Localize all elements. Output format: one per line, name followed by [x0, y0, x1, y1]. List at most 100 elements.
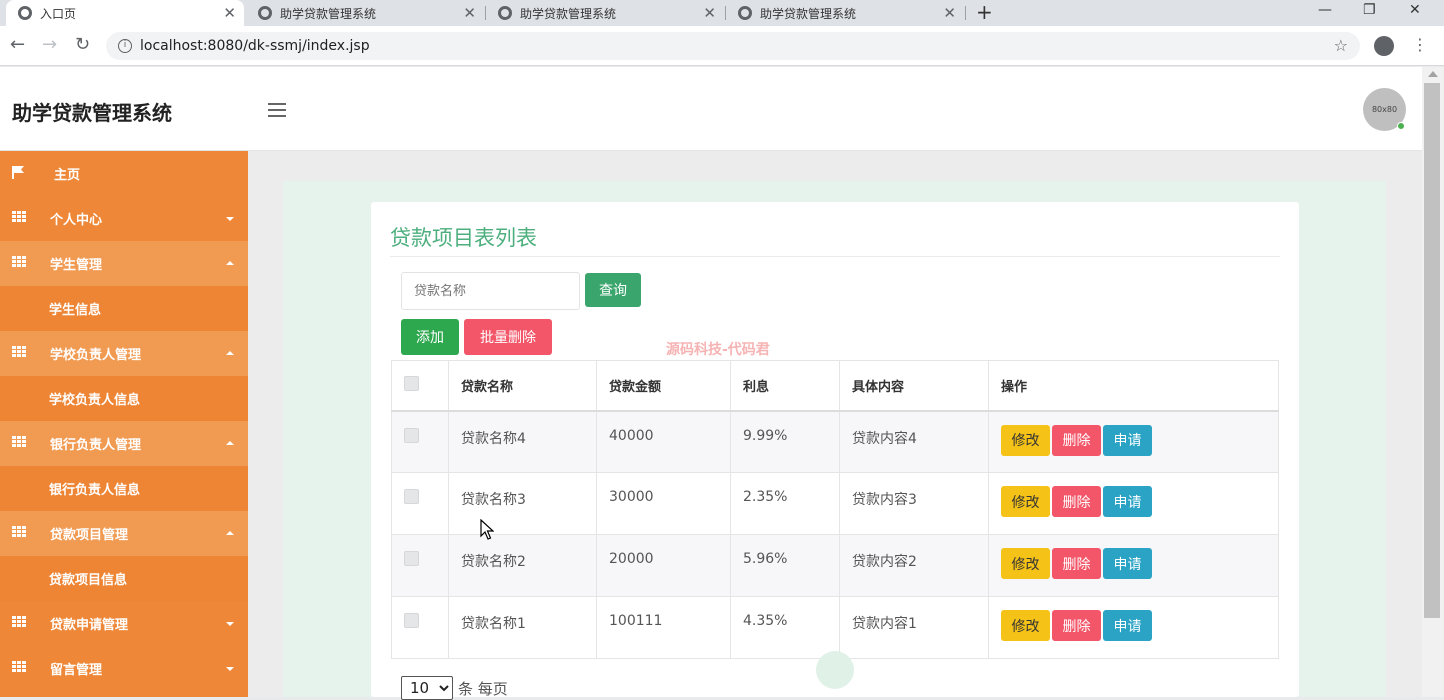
reload-icon[interactable]: ↻ — [75, 34, 90, 56]
grid-icon — [12, 661, 26, 673]
info-icon[interactable]: i — [118, 39, 132, 53]
online-status-dot — [1397, 122, 1405, 130]
browser-tab-2[interactable]: 助学贷款管理系统 ✕ — [246, 0, 484, 26]
tab-close-icon[interactable]: ✕ — [463, 4, 476, 22]
edit-button[interactable]: 修改 — [1001, 424, 1050, 456]
sidebar-item-loan-application-management[interactable]: 贷款申请管理 — [0, 601, 248, 646]
sidebar-item-bank-manager-management[interactable]: 银行负责人管理 — [0, 421, 248, 466]
sidebar-item-loan-project-info[interactable]: 贷款项目信息 — [0, 556, 248, 601]
grid-icon — [12, 256, 26, 268]
apply-button[interactable]: 申请 — [1103, 548, 1152, 579]
scrollbar-thumb[interactable] — [1424, 83, 1440, 618]
loan-amount-cell: 40000 — [596, 410, 731, 473]
grid-icon — [12, 436, 26, 448]
caret-down-icon — [226, 667, 234, 671]
grid-icon — [12, 526, 26, 538]
browser-tab-4[interactable]: 助学贷款管理系统 ✕ — [726, 0, 964, 26]
back-icon[interactable]: ← — [10, 34, 25, 56]
tab-close-icon[interactable]: ✕ — [703, 4, 716, 22]
delete-button[interactable]: 删除 — [1052, 424, 1101, 456]
interest-cell: 2.35% — [730, 472, 840, 535]
menu-toggle-icon[interactable] — [268, 103, 286, 117]
query-button[interactable]: 查询 — [585, 273, 641, 307]
caret-up-icon — [226, 441, 234, 445]
tab-close-icon[interactable]: ✕ — [223, 4, 236, 22]
content-cell: 贷款内容4 — [839, 410, 989, 473]
sidebar-item-student-management[interactable]: 学生管理 — [0, 241, 248, 286]
tab-close-icon[interactable]: ✕ — [943, 4, 956, 22]
apply-button[interactable]: 申请 — [1103, 610, 1152, 641]
content-cell: 贷款内容1 — [839, 596, 989, 659]
delete-button[interactable]: 删除 — [1052, 610, 1101, 641]
url-field[interactable]: i localhost:8080/dk-ssmj/index.jsp ☆ — [106, 32, 1360, 60]
address-bar: ← → ↻ i localhost:8080/dk-ssmj/index.jsp… — [0, 26, 1444, 66]
delete-button[interactable]: 删除 — [1052, 548, 1101, 579]
apply-button[interactable]: 申请 — [1103, 424, 1152, 456]
loan-name-search-input[interactable] — [401, 272, 580, 310]
page-scrollbar[interactable] — [1422, 67, 1444, 697]
row-checkbox[interactable] — [404, 613, 419, 628]
loan-name-cell: 贷款名称4 — [448, 410, 597, 473]
sidebar-item-home[interactable]: 主页 — [0, 151, 248, 196]
new-tab-button[interactable]: + — [976, 1, 993, 23]
row-checkbox[interactable] — [404, 551, 419, 566]
sidebar-item-label: 个人中心 — [50, 213, 103, 228]
restore-icon[interactable]: ❐ — [1363, 2, 1376, 18]
content-cell: 贷款内容3 — [839, 472, 989, 535]
globe-icon — [18, 6, 32, 20]
minimize-icon[interactable]: — — [1318, 2, 1332, 18]
grid-icon — [12, 211, 26, 223]
batch-delete-button[interactable]: 批量删除 — [464, 319, 552, 355]
browser-tab-1[interactable]: 入口页 ✕ — [6, 0, 244, 26]
interest-cell: 5.96% — [730, 534, 840, 597]
page-size-select[interactable]: 10 — [401, 676, 453, 700]
row-select-cell — [391, 410, 449, 473]
sidebar-item-personal-center[interactable]: 个人中心 — [0, 196, 248, 241]
column-header[interactable]: 贷款金额 — [596, 360, 731, 412]
forward-icon[interactable]: → — [42, 34, 57, 56]
sidebar-item-bank-manager-info[interactable]: 银行负责人信息 — [0, 466, 248, 511]
loan-amount-cell: 20000 — [596, 534, 731, 597]
add-button[interactable]: 添加 — [401, 319, 459, 355]
select-all-checkbox[interactable] — [404, 375, 419, 391]
sidebar-item-loan-project-management[interactable]: 贷款项目管理 — [0, 511, 248, 556]
row-select-cell — [391, 472, 449, 535]
row-checkbox[interactable] — [404, 489, 419, 504]
sidebar-item-label: 主页 — [54, 168, 81, 183]
column-header[interactable]: 具体内容 — [839, 360, 989, 412]
column-header[interactable]: 利息 — [730, 360, 840, 412]
column-header[interactable]: 贷款名称 — [448, 360, 597, 412]
table-row: 贷款名称3 30000 2.35% 贷款内容3 修改 删除 申请 — [391, 472, 1279, 535]
url-text: localhost:8080/dk-ssmj/index.jsp — [140, 38, 370, 54]
edit-button[interactable]: 修改 — [1001, 548, 1050, 579]
edit-button[interactable]: 修改 — [1001, 610, 1050, 641]
account-icon[interactable] — [1374, 36, 1394, 56]
bookmark-star-icon[interactable]: ☆ — [1334, 36, 1348, 55]
select-all-cell — [391, 360, 449, 412]
watermark-text: 源码科技-代码君 — [666, 342, 770, 358]
sidebar-item-message-management[interactable]: 留言管理 — [0, 646, 248, 691]
scroll-up-arrow-icon[interactable] — [1428, 71, 1438, 77]
edit-button[interactable]: 修改 — [1001, 486, 1050, 517]
actions-cell: 修改 删除 申请 — [988, 596, 1279, 659]
actions-cell: 修改 删除 申请 — [988, 534, 1279, 597]
apply-button[interactable]: 申请 — [1103, 486, 1152, 517]
window-close-icon[interactable]: ✕ — [1409, 2, 1421, 18]
row-select-cell — [391, 596, 449, 659]
sidebar-item-school-manager-info[interactable]: 学校负责人信息 — [0, 376, 248, 421]
sidebar-item-label: 银行负责人信息 — [49, 483, 141, 498]
browser-menu-icon[interactable]: ⋮ — [1412, 35, 1428, 55]
loading-indicator — [816, 651, 854, 689]
sidebar-item-label: 贷款申请管理 — [50, 618, 129, 633]
loan-name-cell: 贷款名称3 — [448, 472, 597, 535]
loan-name-cell: 贷款名称1 — [448, 596, 597, 659]
table-row: 贷款名称4 40000 9.99% 贷款内容4 修改 删除 申请 — [391, 410, 1279, 473]
sidebar-item-school-manager-management[interactable]: 学校负责人管理 — [0, 331, 248, 376]
grid-icon — [12, 346, 26, 358]
table-header-row: 贷款名称 贷款金额 利息 具体内容 操作 — [391, 360, 1279, 412]
delete-button[interactable]: 删除 — [1052, 486, 1101, 517]
browser-tab-3[interactable]: 助学贷款管理系统 ✕ — [486, 0, 724, 26]
sidebar-item-student-info[interactable]: 学生信息 — [0, 286, 248, 331]
row-checkbox[interactable] — [404, 427, 419, 443]
grid-icon — [12, 616, 26, 628]
